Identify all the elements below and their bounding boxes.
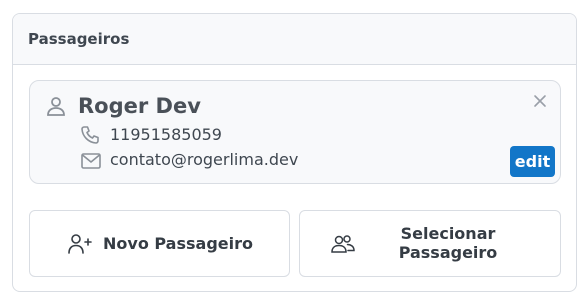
new-passenger-button[interactable]: Novo Passageiro xyxy=(29,210,290,277)
person-icon xyxy=(45,95,67,117)
passengers-panel: Passageiros Roger Dev 11951585059 contat… xyxy=(12,13,577,292)
passenger-card: Roger Dev 11951585059 contato@rogerlima.… xyxy=(29,80,561,184)
select-passenger-label: Selecionar Passageiro xyxy=(398,224,498,262)
new-passenger-label: Novo Passageiro xyxy=(103,234,253,253)
passenger-name: Roger Dev xyxy=(78,94,201,118)
panel-title: Passageiros xyxy=(28,30,130,48)
phone-icon xyxy=(80,125,100,145)
edit-button-label: edit xyxy=(514,152,551,171)
mail-icon xyxy=(80,151,102,171)
users-icon xyxy=(330,233,356,255)
panel-header: Passageiros xyxy=(13,14,576,65)
passenger-email: contato@rogerlima.dev xyxy=(110,150,299,169)
user-plus-icon xyxy=(67,233,93,255)
select-passenger-button[interactable]: Selecionar Passageiro xyxy=(299,210,561,277)
close-icon[interactable] xyxy=(531,92,549,110)
passenger-phone: 11951585059 xyxy=(110,125,222,144)
edit-passenger-button[interactable]: edit xyxy=(510,146,555,177)
